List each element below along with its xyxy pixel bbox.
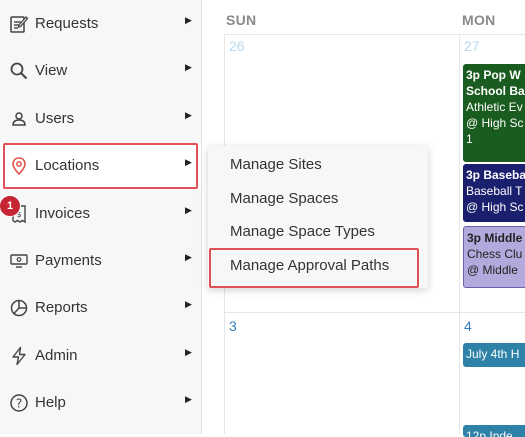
event-detail: Athletic Ev [466, 100, 523, 114]
sidebar-item-view[interactable]: View ▶ [0, 48, 201, 94]
sidebar-item-label: Admin [35, 347, 78, 364]
invoices-count-badge: 1 [0, 195, 21, 217]
chevron-right-icon: ▶ [185, 252, 192, 262]
calendar-event[interactable]: July 4th H [463, 343, 525, 367]
calendar-event[interactable]: 3p Middle Chess Clu @ Middle [463, 226, 525, 288]
menu-item-manage-sites[interactable]: Manage Sites [230, 156, 322, 173]
sidebar-item-users[interactable]: Users ▶ [0, 96, 201, 142]
calendar-event[interactable]: 12p Inde [463, 425, 525, 437]
svg-text:?: ? [16, 397, 22, 411]
day-number[interactable]: 26 [229, 38, 245, 54]
requests-icon [10, 16, 29, 33]
help-icon: ? [10, 394, 28, 412]
day-number[interactable]: 3 [229, 318, 237, 334]
payments-icon [10, 254, 28, 268]
chevron-right-icon: ▶ [185, 347, 192, 357]
locations-submenu: Manage Sites Manage Spaces Manage Space … [208, 146, 428, 288]
sidebar-item-label: Invoices [35, 205, 91, 222]
sidebar-item-label: Users [35, 110, 75, 127]
chevron-right-icon: ▶ [185, 394, 192, 404]
location-pin-icon [12, 157, 26, 176]
event-detail: Baseball T [466, 184, 523, 198]
users-icon [12, 112, 26, 126]
calendar-event[interactable]: 3p Baseba Baseball T @ High Sc [463, 164, 525, 222]
grid-line [224, 34, 525, 35]
event-title: July 4th H [466, 347, 520, 361]
event-title: 12p Inde [466, 429, 513, 437]
sidebar-item-invoices[interactable]: $ Invoices ▶ [0, 191, 201, 237]
event-detail: 1 [466, 132, 473, 146]
sidebar: Requests ▶ View ▶ Users ▶ Locations ▶ $ … [0, 0, 202, 434]
day-header-sun: SUN [226, 12, 257, 28]
sidebar-item-label: Reports [35, 299, 88, 316]
sidebar-item-label: Payments [35, 252, 102, 269]
sidebar-item-admin[interactable]: Admin ▶ [0, 333, 201, 379]
sidebar-item-payments[interactable]: Payments ▶ [0, 238, 201, 284]
event-detail: @ High Sc [466, 116, 524, 130]
chevron-right-icon: ▶ [185, 110, 192, 120]
sidebar-item-label: Requests [35, 15, 99, 32]
event-title: School Ba [466, 84, 525, 98]
menu-item-manage-approval-paths[interactable]: Manage Approval Paths [230, 257, 389, 274]
menu-item-manage-spaces[interactable]: Manage Spaces [230, 190, 338, 207]
menu-item-manage-space-types[interactable]: Manage Space Types [230, 223, 375, 240]
sidebar-item-requests[interactable]: Requests ▶ [0, 1, 201, 47]
admin-icon [12, 346, 26, 366]
event-detail: @ Middle [467, 263, 518, 277]
event-title: 3p Baseba [466, 168, 525, 182]
grid-line [224, 312, 525, 313]
event-title: 3p Middle [467, 231, 523, 245]
day-number[interactable]: 4 [464, 318, 472, 334]
event-detail: @ High Sc [466, 200, 524, 214]
chevron-right-icon: ▶ [185, 157, 192, 167]
day-number[interactable]: 27 [464, 38, 480, 54]
sidebar-item-label: View [35, 62, 68, 79]
chevron-right-icon: ▶ [185, 299, 192, 309]
sidebar-item-locations[interactable]: Locations ▶ [0, 143, 201, 189]
sidebar-item-help[interactable]: ? Help ▶ [0, 380, 201, 426]
chevron-right-icon: ▶ [185, 15, 192, 25]
reports-icon [10, 299, 28, 317]
sidebar-item-label: Help [35, 394, 66, 411]
day-header-mon: MON [462, 12, 496, 28]
chevron-right-icon: ▶ [185, 205, 192, 215]
event-title: 3p Pop W [466, 68, 521, 82]
search-icon [10, 62, 28, 80]
sidebar-item-reports[interactable]: Reports ▶ [0, 285, 201, 331]
event-detail: Chess Clu [467, 247, 523, 261]
grid-line [459, 34, 460, 434]
sidebar-item-label: Locations [35, 157, 100, 174]
calendar-event[interactable]: 3p Pop W School Ba Athletic Ev @ High Sc… [463, 64, 525, 162]
chevron-right-icon: ▶ [185, 62, 192, 72]
